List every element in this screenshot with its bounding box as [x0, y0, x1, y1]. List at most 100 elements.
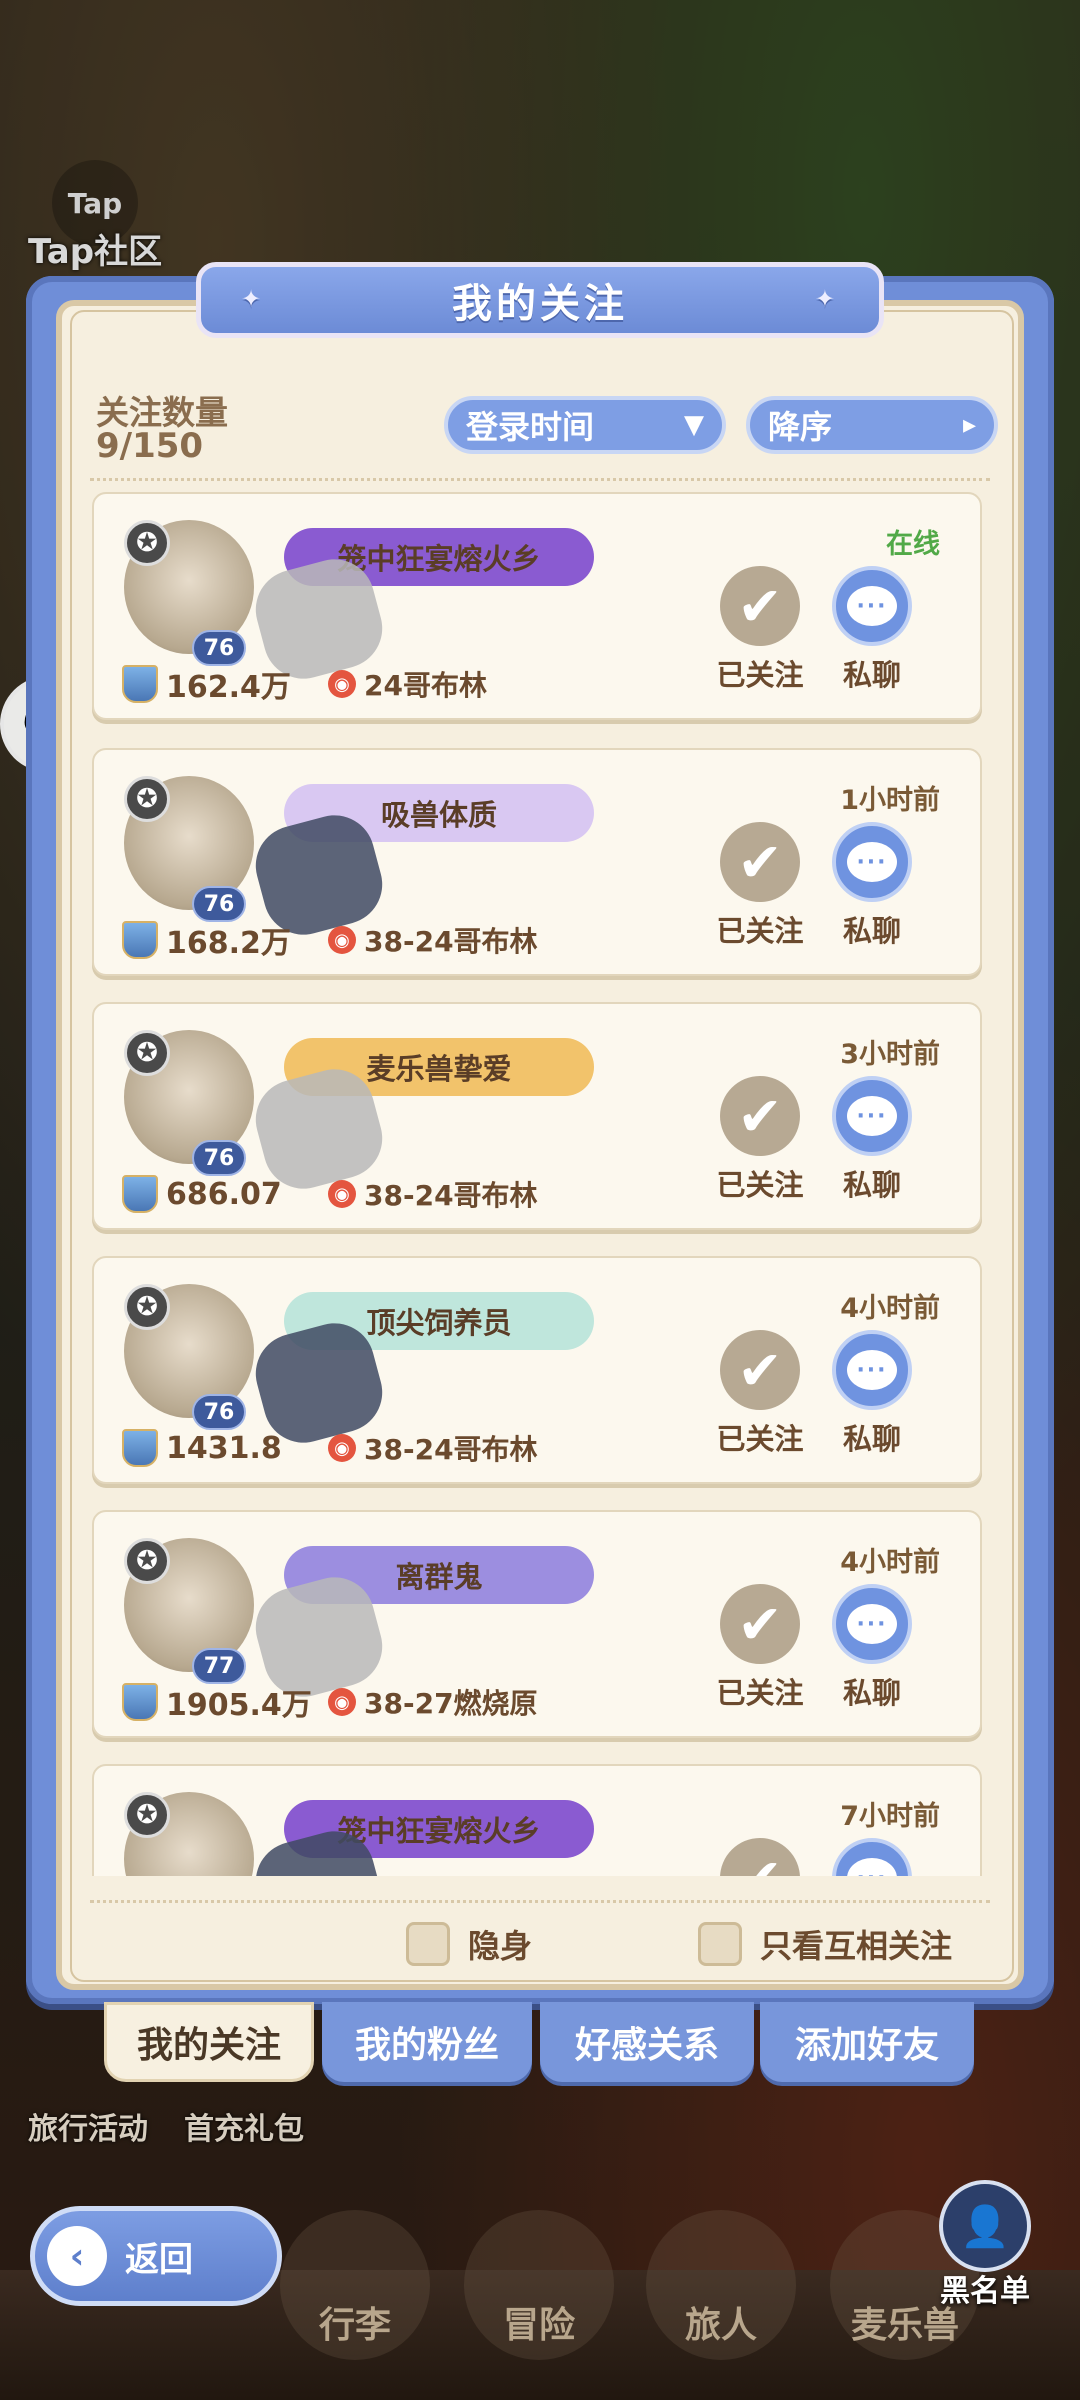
- private-chat-label: 私聊: [842, 1168, 901, 1202]
- back-button[interactable]: ‹ 返回: [30, 2206, 282, 2306]
- stealth-label: 隐身: [468, 1927, 533, 1965]
- follow-list-item[interactable]: ✪ 笼中狂宴熔火乡 7小时前 ✔ 已关注 ··· 私聊: [92, 1764, 982, 1876]
- back-label: 返回: [125, 2239, 193, 2280]
- shield-icon: [122, 665, 158, 703]
- follow-list[interactable]: ✪ 76 笼中狂宴熔火乡 162.4万 ◉ 24哥布林 在线 ✔ 已关注 ···…: [92, 492, 984, 1876]
- rank-badge-icon: ✪: [124, 1030, 170, 1076]
- power-text: 162.4万: [166, 670, 291, 705]
- check-icon: ✔: [720, 822, 800, 902]
- level-badge: 77: [192, 1648, 246, 1684]
- followed-button[interactable]: ✔ 已关注: [712, 1838, 808, 1876]
- checkbox-box[interactable]: [698, 1922, 742, 1966]
- follow-list-item[interactable]: ✪ 76 笼中狂宴熔火乡 162.4万 ◉ 24哥布林 在线 ✔ 已关注 ···…: [92, 492, 982, 720]
- back-arrow-icon: ‹: [47, 2226, 107, 2286]
- chat-bubble-icon: ···: [832, 1584, 912, 1664]
- avatar[interactable]: ✪ 76: [124, 776, 254, 922]
- travel-activity-label[interactable]: 旅行活动: [28, 2104, 148, 2148]
- follow-count-value: 9/150: [96, 426, 204, 466]
- check-icon: ✔: [720, 566, 800, 646]
- private-chat-button[interactable]: ··· 私聊: [824, 1330, 920, 1458]
- power-text: 168.2万: [166, 926, 291, 961]
- private-chat-button[interactable]: ··· 私聊: [824, 822, 920, 950]
- checkbox-box[interactable]: [406, 1922, 450, 1966]
- last-login-time: 4小时前: [840, 1293, 940, 1324]
- power-value: 1431.8: [122, 1428, 282, 1468]
- chat-bubble-icon: ···: [832, 566, 912, 646]
- dropdown-arrow-icon: ▼: [684, 410, 704, 440]
- shield-icon: [122, 1429, 158, 1467]
- followed-label: 已关注: [716, 658, 804, 692]
- avatar[interactable]: ✪ 76: [124, 520, 254, 666]
- check-icon: ✔: [720, 1584, 800, 1664]
- follow-list-item[interactable]: ✪ 76 顶尖饲养员 1431.8 ◉ 38-24哥布林 4小时前 ✔ 已关注 …: [92, 1256, 982, 1484]
- private-chat-button[interactable]: ··· 私聊: [824, 1838, 920, 1876]
- followed-button[interactable]: ✔ 已关注: [712, 1330, 808, 1458]
- avatar[interactable]: ✪: [124, 1792, 254, 1876]
- server-icon: ◉: [328, 670, 356, 698]
- private-chat-button[interactable]: ··· 私聊: [824, 566, 920, 694]
- server-info: ◉ 38-24哥布林: [328, 1174, 538, 1214]
- tab-my-fans[interactable]: 我的粉丝: [322, 2002, 532, 2082]
- followed-button[interactable]: ✔ 已关注: [712, 566, 808, 694]
- power-value: 168.2万: [122, 920, 291, 961]
- nav-luggage[interactable]: 行李: [280, 2210, 430, 2360]
- check-icon: ✔: [720, 1838, 800, 1876]
- private-chat-button[interactable]: ··· 私聊: [824, 1076, 920, 1204]
- followed-label: 已关注: [716, 914, 804, 948]
- power-value: 1905.4万: [122, 1682, 312, 1723]
- server-info: ◉ 38-27燃烧原: [328, 1682, 538, 1722]
- blacklist-button[interactable]: 👤 黑名单: [930, 2180, 1040, 2310]
- chat-bubble-icon: ···: [832, 1838, 912, 1876]
- tab-add-friend[interactable]: 添加好友: [760, 2002, 974, 2082]
- first-recharge-label[interactable]: 首充礼包: [184, 2104, 304, 2148]
- check-icon: ✔: [720, 1076, 800, 1156]
- level-badge: 76: [192, 1140, 246, 1176]
- server-text: 24哥布林: [364, 669, 487, 702]
- last-login-time: 在线: [886, 529, 940, 560]
- private-chat-label: 私聊: [842, 658, 901, 692]
- tab-my-follows[interactable]: 我的关注: [104, 2002, 314, 2082]
- level-badge: 76: [192, 1394, 246, 1430]
- power-value: 686.07: [122, 1174, 282, 1214]
- server-icon: ◉: [328, 1688, 356, 1716]
- shield-icon: [122, 1175, 158, 1213]
- mutual-only-checkbox[interactable]: 只看互相关注: [698, 1918, 952, 1970]
- followed-button[interactable]: ✔ 已关注: [712, 822, 808, 950]
- avatar[interactable]: ✪ 76: [124, 1030, 254, 1176]
- stealth-checkbox[interactable]: 隐身: [406, 1918, 532, 1970]
- chat-bubble-icon: ···: [832, 822, 912, 902]
- nav-travelers[interactable]: 旅人: [646, 2210, 796, 2360]
- rank-badge-icon: ✪: [124, 520, 170, 566]
- user-remove-icon: 👤: [939, 2180, 1031, 2272]
- private-chat-label: 私聊: [842, 914, 901, 948]
- followed-label: 已关注: [716, 1676, 804, 1710]
- private-chat-button[interactable]: ··· 私聊: [824, 1584, 920, 1712]
- avatar[interactable]: ✪ 77: [124, 1538, 254, 1684]
- last-login-time: 3小时前: [840, 1039, 940, 1070]
- server-text: 38-24哥布林: [364, 1433, 538, 1466]
- sort-field-dropdown[interactable]: 登录时间 ▼: [444, 396, 726, 454]
- divider: [90, 478, 990, 481]
- avatar[interactable]: ✪ 76: [124, 1284, 254, 1430]
- follow-list-item[interactable]: ✪ 77 离群鬼 1905.4万 ◉ 38-27燃烧原 4小时前 ✔ 已关注 ·…: [92, 1510, 982, 1738]
- server-text: 38-24哥布林: [364, 925, 538, 958]
- rank-badge-icon: ✪: [124, 1792, 170, 1838]
- sort-order-dropdown[interactable]: 降序 ▸: [746, 396, 998, 454]
- server-info: ◉ 38-24哥布林: [328, 1428, 538, 1468]
- last-login-time: 1小时前: [840, 785, 940, 816]
- blacklist-label: 黑名单: [940, 2274, 1030, 2309]
- followed-button[interactable]: ✔ 已关注: [712, 1076, 808, 1204]
- private-chat-label: 私聊: [842, 1676, 901, 1710]
- nav-adventure[interactable]: 冒险: [464, 2210, 614, 2360]
- server-info: ◉ 38-24哥布林: [328, 920, 538, 960]
- follow-list-item[interactable]: ✪ 76 吸兽体质 168.2万 ◉ 38-24哥布林 1小时前 ✔ 已关注 ·…: [92, 748, 982, 976]
- server-text: 38-27燃烧原: [364, 1687, 538, 1720]
- follow-list-item[interactable]: ✪ 76 麦乐兽挚爱 686.07 ◉ 38-24哥布林 3小时前 ✔ 已关注 …: [92, 1002, 982, 1230]
- followed-button[interactable]: ✔ 已关注: [712, 1584, 808, 1712]
- tap-community-label[interactable]: Tap社区: [28, 224, 162, 273]
- server-text: 38-24哥布林: [364, 1179, 538, 1212]
- level-badge: 76: [192, 886, 246, 922]
- level-badge: 76: [192, 630, 246, 666]
- followed-label: 已关注: [716, 1422, 804, 1456]
- tab-affinity[interactable]: 好感关系: [540, 2002, 754, 2082]
